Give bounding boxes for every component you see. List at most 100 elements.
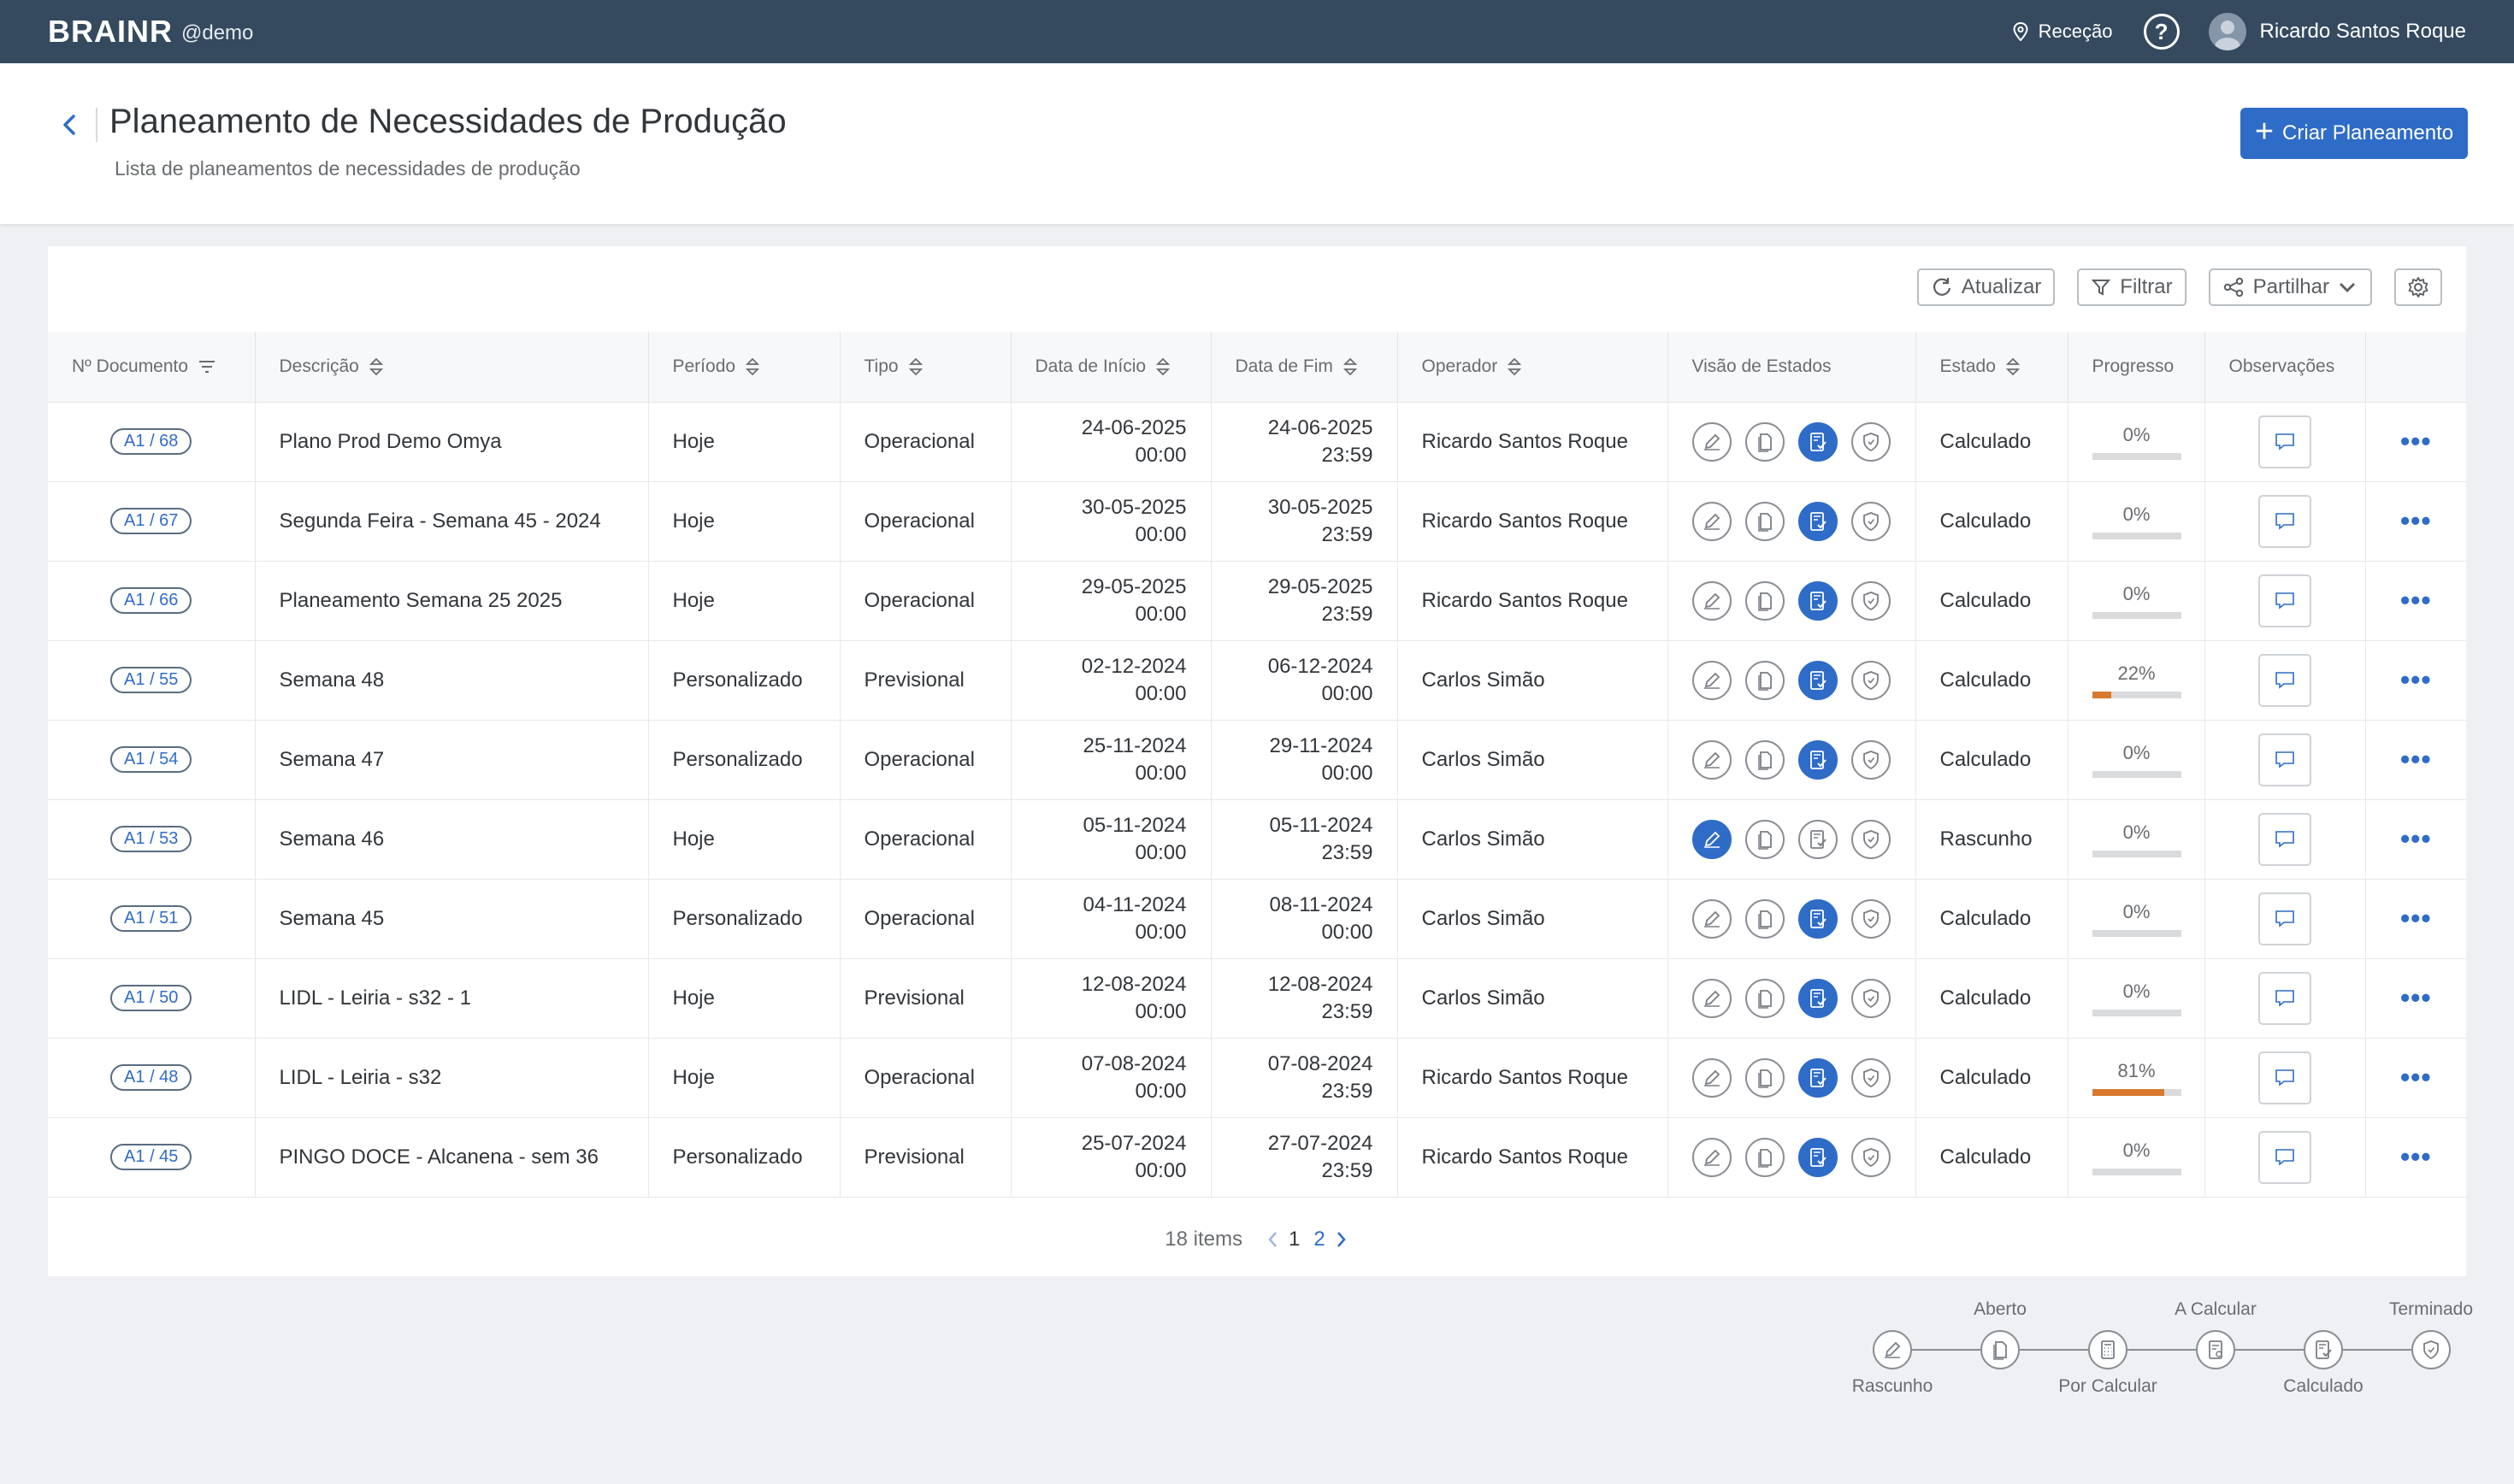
document-badge[interactable]: A1 / 67	[110, 508, 192, 534]
col-header-document[interactable]: Nº Documento	[48, 332, 256, 403]
state-edit-icon[interactable]	[1691, 1057, 1732, 1098]
state-shield-icon[interactable]	[1850, 739, 1891, 780]
state-calculated-icon[interactable]	[1797, 1137, 1838, 1177]
state-shield-icon[interactable]	[1850, 1057, 1891, 1098]
state-document-icon[interactable]	[1744, 421, 1785, 462]
table-row[interactable]: A1 / 68 Plano Prod Demo Omya Hoje Operac…	[48, 402, 2466, 482]
state-shield-icon[interactable]	[1850, 1137, 1891, 1177]
state-shield-icon[interactable]	[1850, 898, 1891, 939]
table-row[interactable]: A1 / 53 Semana 46 Hoje Operacional 05-11…	[48, 799, 2466, 880]
notes-button[interactable]	[2258, 733, 2311, 786]
state-edit-icon[interactable]	[1691, 660, 1732, 700]
col-header-period[interactable]: Período	[648, 332, 841, 403]
state-document-icon[interactable]	[1744, 819, 1785, 859]
more-actions-icon[interactable]: •••	[2400, 982, 2432, 1013]
more-actions-icon[interactable]: •••	[2400, 823, 2432, 854]
state-calculated-icon[interactable]	[1797, 819, 1838, 859]
state-calculated-icon[interactable]	[1797, 580, 1838, 621]
notes-button[interactable]	[2258, 1130, 2311, 1184]
state-edit-icon[interactable]	[1691, 580, 1732, 621]
state-edit-icon[interactable]	[1691, 1137, 1732, 1177]
page-2[interactable]: 2	[1313, 1228, 1325, 1251]
state-calculated-icon[interactable]	[1797, 978, 1838, 1018]
table-row[interactable]: A1 / 67 Segunda Feira - Semana 45 - 2024…	[48, 481, 2466, 562]
state-edit-icon[interactable]	[1691, 501, 1732, 541]
chevron-right-icon[interactable]	[1332, 1228, 1349, 1251]
state-calculated-icon[interactable]	[1797, 660, 1838, 700]
col-header-end-date[interactable]: Data de Fim	[1211, 332, 1398, 403]
more-actions-icon[interactable]: •••	[2400, 744, 2432, 774]
table-row[interactable]: A1 / 55 Semana 48 Personalizado Previsio…	[48, 640, 2466, 721]
back-button[interactable]	[56, 108, 82, 142]
state-document-icon[interactable]	[1744, 1137, 1785, 1177]
state-edit-icon[interactable]	[1691, 739, 1732, 780]
state-edit-icon[interactable]	[1691, 819, 1732, 859]
state-shield-icon[interactable]	[1850, 819, 1891, 859]
state-document-icon[interactable]	[1744, 501, 1785, 541]
table-row[interactable]: A1 / 66 Planeamento Semana 25 2025 Hoje …	[48, 561, 2466, 641]
notes-button[interactable]	[2258, 812, 2311, 866]
notes-button[interactable]	[2258, 892, 2311, 945]
document-badge[interactable]: A1 / 48	[110, 1064, 192, 1091]
help-button[interactable]: ?	[2143, 14, 2180, 50]
table-row[interactable]: A1 / 54 Semana 47 Personalizado Operacio…	[48, 720, 2466, 800]
state-shield-icon[interactable]	[1850, 421, 1891, 462]
state-shield-icon[interactable]	[1850, 660, 1891, 700]
document-badge[interactable]: A1 / 53	[110, 826, 192, 852]
col-header-start-date[interactable]: Data de Início	[1011, 332, 1212, 403]
table-row[interactable]: A1 / 51 Semana 45 Personalizado Operacio…	[48, 879, 2466, 959]
state-calculated-icon[interactable]	[1797, 501, 1838, 541]
table-row[interactable]: A1 / 48 LIDL - Leiria - s32 Hoje Operaci…	[48, 1038, 2466, 1118]
state-shield-icon[interactable]	[1850, 978, 1891, 1018]
more-actions-icon[interactable]: •••	[2400, 1141, 2432, 1172]
document-badge[interactable]: A1 / 55	[110, 667, 192, 693]
state-edit-icon[interactable]	[1691, 898, 1732, 939]
table-row[interactable]: A1 / 45 PINGO DOCE - Alcanena - sem 36 P…	[48, 1117, 2466, 1198]
create-planning-button[interactable]: + Criar Planeamento	[2240, 108, 2468, 159]
col-header-description[interactable]: Descrição	[255, 332, 649, 403]
notes-button[interactable]	[2258, 574, 2311, 627]
filter-button[interactable]: Filtrar	[2077, 268, 2186, 306]
share-button[interactable]: Partilhar	[2208, 268, 2372, 306]
document-badge[interactable]: A1 / 68	[110, 428, 192, 455]
state-calculated-icon[interactable]	[1797, 1057, 1838, 1098]
more-actions-icon[interactable]: •••	[2400, 903, 2432, 933]
document-badge[interactable]: A1 / 45	[110, 1144, 192, 1170]
notes-button[interactable]	[2258, 415, 2311, 468]
more-actions-icon[interactable]: •••	[2400, 505, 2432, 536]
user-menu[interactable]: Ricardo Santos Roque	[2208, 13, 2466, 50]
col-header-type[interactable]: Tipo	[840, 332, 1012, 403]
document-badge[interactable]: A1 / 54	[110, 746, 192, 773]
notes-button[interactable]	[2258, 1051, 2311, 1104]
state-calculated-icon[interactable]	[1797, 739, 1838, 780]
table-row[interactable]: A1 / 50 LIDL - Leiria - s32 - 1 Hoje Pre…	[48, 958, 2466, 1039]
state-calculated-icon[interactable]	[1797, 898, 1838, 939]
more-actions-icon[interactable]: •••	[2400, 426, 2432, 456]
state-document-icon[interactable]	[1744, 898, 1785, 939]
notes-button[interactable]	[2258, 653, 2311, 707]
state-edit-icon[interactable]	[1691, 978, 1732, 1018]
state-document-icon[interactable]	[1744, 978, 1785, 1018]
notes-button[interactable]	[2258, 494, 2311, 548]
state-document-icon[interactable]	[1744, 660, 1785, 700]
more-actions-icon[interactable]: •••	[2400, 664, 2432, 695]
location-selector[interactable]: Receção	[2013, 21, 2113, 43]
col-header-operator[interactable]: Operador	[1397, 332, 1668, 403]
document-badge[interactable]: A1 / 50	[110, 985, 192, 1011]
page-1[interactable]: 1	[1289, 1228, 1300, 1251]
col-header-status[interactable]: Estado	[1915, 332, 2068, 403]
refresh-button[interactable]: Atualizar	[1916, 268, 2056, 306]
state-calculated-icon[interactable]	[1797, 421, 1838, 462]
state-document-icon[interactable]	[1744, 739, 1785, 780]
table-settings-button[interactable]	[2394, 268, 2442, 306]
state-document-icon[interactable]	[1744, 1057, 1785, 1098]
document-badge[interactable]: A1 / 51	[110, 905, 192, 932]
chevron-left-icon[interactable]	[1265, 1228, 1282, 1251]
state-document-icon[interactable]	[1744, 580, 1785, 621]
more-actions-icon[interactable]: •••	[2400, 585, 2432, 615]
document-badge[interactable]: A1 / 66	[110, 587, 192, 614]
state-shield-icon[interactable]	[1850, 580, 1891, 621]
notes-button[interactable]	[2258, 971, 2311, 1025]
state-shield-icon[interactable]	[1850, 501, 1891, 541]
state-edit-icon[interactable]	[1691, 421, 1732, 462]
